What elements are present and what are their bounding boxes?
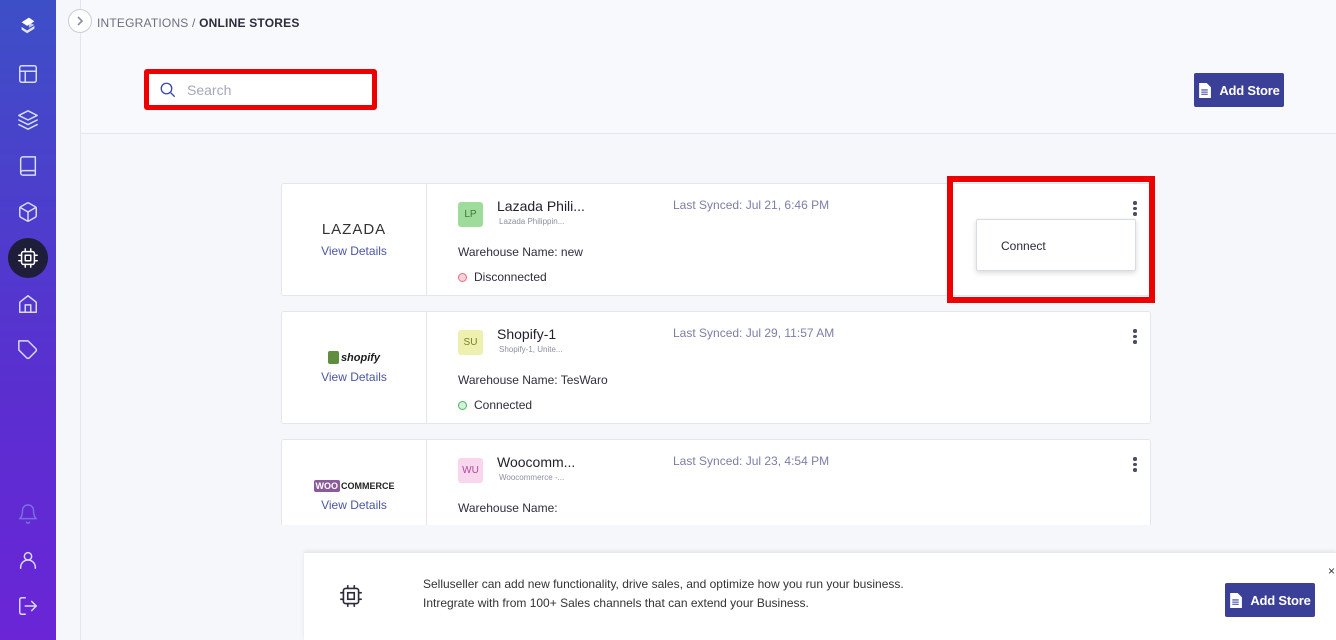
box-icon[interactable] bbox=[8, 192, 48, 232]
search-icon bbox=[160, 82, 176, 97]
status-label: Disconnected bbox=[474, 270, 547, 284]
store-subtitle: Shopify-1, Unite... bbox=[499, 345, 563, 354]
banner-line-1: Selluseller can add new functionality, d… bbox=[423, 577, 904, 591]
logout-icon[interactable] bbox=[8, 586, 48, 626]
status-label: Connected bbox=[474, 398, 533, 412]
layers-icon[interactable] bbox=[8, 100, 48, 140]
search-input[interactable] bbox=[187, 81, 357, 98]
shopify-bag-icon bbox=[327, 351, 339, 364]
store-name: Shopify-1 bbox=[497, 326, 557, 342]
warehouse-name: Warehouse Name: new bbox=[458, 245, 583, 259]
app-logo-icon[interactable] bbox=[8, 5, 48, 45]
lazada-logo: LAZADA bbox=[321, 221, 387, 238]
breadcrumb-current: ONLINE STORES bbox=[199, 16, 300, 30]
view-details-link[interactable]: View Details bbox=[321, 498, 387, 512]
bell-icon[interactable] bbox=[8, 494, 48, 534]
view-details-link[interactable]: View Details bbox=[321, 370, 387, 384]
status-dot-icon bbox=[458, 400, 467, 410]
connect-menu-item[interactable]: Connect bbox=[1001, 239, 1046, 253]
layout-icon[interactable] bbox=[8, 54, 48, 94]
shopify-logo: shopify bbox=[327, 351, 381, 364]
view-details-link[interactable]: View Details bbox=[321, 244, 387, 258]
breadcrumb-separator: / bbox=[188, 16, 200, 30]
document-icon bbox=[1199, 82, 1212, 98]
store-subtitle: Woocommerce -... bbox=[499, 473, 565, 482]
chevron-right-icon bbox=[77, 16, 84, 26]
store-logo-column: shopify View Details bbox=[282, 312, 427, 423]
breadcrumb: INTEGRATIONS / ONLINE STORES bbox=[97, 16, 300, 30]
more-options-icon[interactable] bbox=[1133, 457, 1137, 472]
last-synced: Last Synced: Jul 23, 4:54 PM bbox=[673, 454, 830, 468]
warehouse-icon[interactable] bbox=[8, 284, 48, 324]
store-initials-badge: SU bbox=[458, 330, 483, 355]
store-initials-badge: LP bbox=[458, 202, 483, 227]
store-card-woocommerce: WOO COMMERCE View Details WU Woocomm... … bbox=[281, 439, 1151, 525]
store-subtitle: Lazada Philippin... bbox=[499, 217, 565, 226]
add-store-label: Add Store bbox=[1219, 82, 1280, 98]
banner-line-2: Intregrate with from 100+ Sales channels… bbox=[423, 596, 809, 610]
breadcrumb-parent[interactable]: INTEGRATIONS bbox=[97, 16, 189, 30]
search-box bbox=[144, 69, 377, 110]
store-logo-column: LAZADA View Details bbox=[282, 184, 427, 295]
status-dot-icon bbox=[458, 272, 467, 282]
store-logo-column: WOO COMMERCE View Details bbox=[282, 440, 427, 525]
woo-logo-text: COMMERCE bbox=[341, 480, 395, 491]
promo-banner: Selluseller can add new functionality, d… bbox=[304, 552, 1336, 640]
shopify-logo-text: shopify bbox=[340, 351, 381, 364]
last-synced: Last Synced: Jul 29, 11:57 AM bbox=[673, 326, 835, 340]
collapse-sidebar-button[interactable] bbox=[68, 9, 92, 33]
status-badge: Disconnected bbox=[458, 270, 547, 284]
more-options-icon[interactable] bbox=[1133, 329, 1137, 344]
banner-close-button[interactable]: × bbox=[1328, 564, 1335, 578]
store-name: Lazada Phili... bbox=[497, 198, 585, 214]
woo-logo-box: WOO bbox=[313, 479, 340, 492]
status-badge: Connected bbox=[458, 398, 532, 412]
banner-add-store-label: Add Store bbox=[1250, 592, 1311, 608]
warehouse-name: Warehouse Name: bbox=[458, 501, 558, 515]
banner-add-store-button[interactable]: Add Store bbox=[1225, 583, 1315, 617]
tag-icon[interactable] bbox=[8, 330, 48, 370]
search-wrapper bbox=[151, 76, 370, 103]
add-store-button[interactable]: Add Store bbox=[1194, 73, 1284, 107]
warehouse-name: Warehouse Name: TesWaro bbox=[458, 373, 608, 387]
integrations-chip-icon[interactable] bbox=[8, 238, 48, 278]
last-synced: Last Synced: Jul 21, 6:46 PM bbox=[673, 198, 830, 212]
store-name: Woocomm... bbox=[497, 454, 576, 470]
banner-text: Selluseller can add new functionality, d… bbox=[423, 575, 904, 613]
book-icon[interactable] bbox=[8, 146, 48, 186]
store-context-menu: Connect bbox=[976, 219, 1136, 271]
user-icon[interactable] bbox=[8, 540, 48, 580]
chip-icon bbox=[338, 583, 364, 614]
store-initials-badge: WU bbox=[458, 458, 483, 483]
store-card-shopify: shopify View Details SU Shopify-1 Shopif… bbox=[281, 311, 1151, 424]
woocommerce-logo: WOO COMMERCE bbox=[313, 479, 395, 492]
document-icon bbox=[1230, 592, 1243, 608]
sidebar bbox=[0, 0, 56, 640]
